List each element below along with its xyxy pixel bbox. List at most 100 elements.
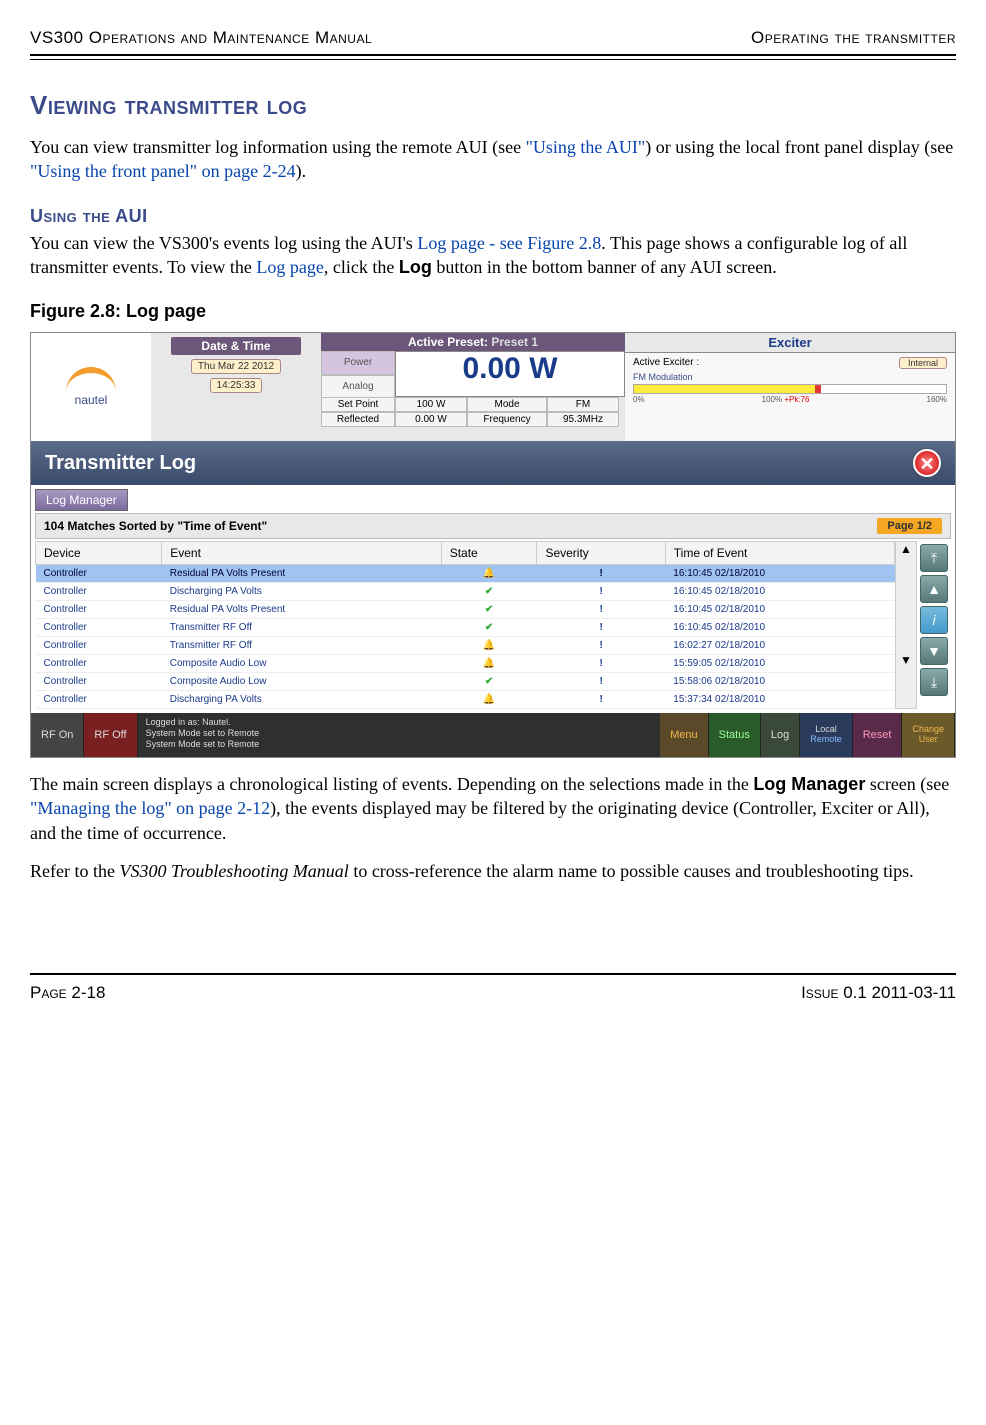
cell-time: 15:58:06 02/18/2010: [665, 673, 894, 691]
nav-up-button[interactable]: ▲: [920, 575, 948, 603]
scroll-down-icon[interactable]: ▼: [896, 653, 916, 708]
exciter-header[interactable]: Exciter: [625, 333, 955, 353]
nav-info-button[interactable]: i: [920, 606, 948, 634]
close-icon[interactable]: ✕: [913, 449, 941, 477]
cell-state: ✔: [441, 583, 537, 601]
table-row[interactable]: ControllerDischarging PA Volts✔!16:10:45…: [36, 583, 895, 601]
header-right: Operating the transmitter: [751, 28, 956, 48]
inner-scrollbar[interactable]: ▲ ▼: [895, 541, 917, 709]
para-2: You can view the VS300's events log usin…: [30, 231, 956, 280]
link-front-panel[interactable]: "Using the front panel" on page 2-24: [30, 161, 296, 181]
header-left: VS300 Operations and Maintenance Manual: [30, 28, 372, 48]
menu-button[interactable]: Menu: [660, 713, 709, 757]
rf-on-button[interactable]: RF On: [31, 713, 84, 757]
col-state[interactable]: State: [441, 542, 537, 565]
cell-severity: !: [537, 655, 665, 673]
power-label: Power: [321, 351, 395, 375]
cell-device: Controller: [36, 637, 162, 655]
table-row[interactable]: ControllerComposite Audio Low🔔!15:59:05 …: [36, 655, 895, 673]
nav-last-button[interactable]: ⤓: [920, 668, 948, 696]
mode-value: FM: [547, 397, 619, 412]
cell-device: Controller: [36, 583, 162, 601]
col-event[interactable]: Event: [162, 542, 441, 565]
log-manager-tab-row: Log Manager: [31, 485, 955, 511]
col-time[interactable]: Time of Event: [665, 542, 894, 565]
cell-event: Composite Audio Low: [162, 673, 441, 691]
cell-time: 16:10:45 02/18/2010: [665, 565, 894, 583]
preset-panel: Active Preset: Preset 1 Power Analog 0.0…: [321, 333, 625, 441]
troubleshooting-manual-ref: VS300 Troubleshooting Manual: [119, 861, 348, 881]
table-row[interactable]: ControllerTransmitter RF Off🔔!16:02:27 0…: [36, 637, 895, 655]
matches-bar: 104 Matches Sorted by "Time of Event" Pa…: [35, 513, 951, 539]
cell-severity: !: [537, 601, 665, 619]
power-labels: Power Analog: [321, 351, 395, 397]
date-time-panel: Date & Time Thu Mar 22 2012 14:25:33: [151, 333, 321, 441]
table-row[interactable]: ControllerComposite Audio Low✔!15:58:06 …: [36, 673, 895, 691]
cell-event: Transmitter RF Off: [162, 619, 441, 637]
top-banner: nautel Date & Time Thu Mar 22 2012 14:25…: [31, 333, 955, 441]
section-title: Viewing transmitter log: [30, 90, 956, 121]
cell-severity: !: [537, 637, 665, 655]
cell-state: ✔: [441, 619, 537, 637]
para-1: You can view transmitter log information…: [30, 135, 956, 184]
cell-event: Composite Audio Low: [162, 655, 441, 673]
log-manager-button[interactable]: Log Manager: [35, 489, 128, 511]
col-device[interactable]: Device: [36, 542, 162, 565]
change-user-button[interactable]: Change User: [902, 713, 955, 757]
link-log-page[interactable]: Log page: [256, 257, 323, 277]
cell-state: 🔔: [441, 691, 537, 709]
status-button[interactable]: Status: [709, 713, 761, 757]
cell-device: Controller: [36, 691, 162, 709]
cell-severity: !: [537, 565, 665, 583]
log-button[interactable]: Log: [761, 713, 800, 757]
local-remote-button[interactable]: Local Remote: [800, 713, 853, 757]
active-exciter-label: Active Exciter :: [633, 357, 699, 368]
footer-left: Page 2-18: [30, 983, 105, 1003]
date-pill[interactable]: Thu Mar 22 2012: [191, 359, 281, 374]
cell-state: 🔔: [441, 565, 537, 583]
page-header: VS300 Operations and Maintenance Manual …: [30, 28, 956, 48]
cell-event: Residual PA Volts Present: [162, 601, 441, 619]
cell-state: 🔔: [441, 637, 537, 655]
col-severity[interactable]: Severity: [537, 542, 665, 565]
date-time-header: Date & Time: [171, 337, 301, 355]
exciter-internal-badge: Internal: [899, 357, 947, 369]
transmitter-log-bar: Transmitter Log ✕: [31, 441, 955, 485]
cell-time: 16:10:45 02/18/2010: [665, 583, 894, 601]
link-log-page-fig[interactable]: Log page - see Figure 2.8: [417, 233, 601, 253]
header-rule: [30, 54, 956, 60]
nav-first-button[interactable]: ⤒: [920, 544, 948, 572]
log-body: Device Event State Severity Time of Even…: [35, 541, 951, 709]
log-manager-bold: Log Manager: [753, 774, 865, 794]
table-row[interactable]: ControllerDischarging PA Volts🔔!15:37:34…: [36, 691, 895, 709]
matches-text: 104 Matches Sorted by "Time of Event": [44, 519, 267, 533]
page-badge[interactable]: Page 1/2: [877, 518, 942, 534]
nav-down-button[interactable]: ▼: [920, 637, 948, 665]
nav-buttons: ⤒ ▲ i ▼ ⤓: [917, 541, 951, 709]
table-row[interactable]: ControllerResidual PA Volts Present🔔!16:…: [36, 565, 895, 583]
cell-event: Discharging PA Volts: [162, 691, 441, 709]
table-row[interactable]: ControllerTransmitter RF Off✔!16:10:45 0…: [36, 619, 895, 637]
cell-severity: !: [537, 691, 665, 709]
link-using-aui[interactable]: "Using the AUI": [526, 137, 646, 157]
rf-off-button[interactable]: RF Off: [84, 713, 137, 757]
cell-state: 🔔: [441, 655, 537, 673]
time-pill[interactable]: 14:25:33: [210, 378, 263, 393]
table-row[interactable]: ControllerResidual PA Volts Present✔!16:…: [36, 601, 895, 619]
reset-button[interactable]: Reset: [853, 713, 903, 757]
scroll-up-icon[interactable]: ▲: [896, 542, 916, 597]
page-footer: Page 2-18 Issue 0.1 2011-03-11: [30, 983, 956, 1003]
cell-time: 15:59:05 02/18/2010: [665, 655, 894, 673]
preset-header[interactable]: Active Preset: Preset 1: [321, 333, 625, 351]
reflected-value: 0.00 W: [395, 412, 467, 427]
footer-right: Issue 0.1 2011-03-11: [801, 983, 956, 1003]
transmitter-log-title: Transmitter Log: [45, 452, 196, 475]
nautel-logo[interactable]: nautel: [66, 367, 116, 407]
sub-title: Using the AUI: [30, 206, 956, 227]
exciter-body: Active Exciter : Internal FM Modulation …: [625, 353, 955, 441]
para-3: The main screen displays a chronological…: [30, 772, 956, 845]
setpoint-label: Set Point: [321, 397, 395, 412]
frequency-label: Frequency: [467, 412, 547, 427]
cell-event: Transmitter RF Off: [162, 637, 441, 655]
link-managing-log[interactable]: "Managing the log" on page 2-12: [30, 798, 270, 818]
